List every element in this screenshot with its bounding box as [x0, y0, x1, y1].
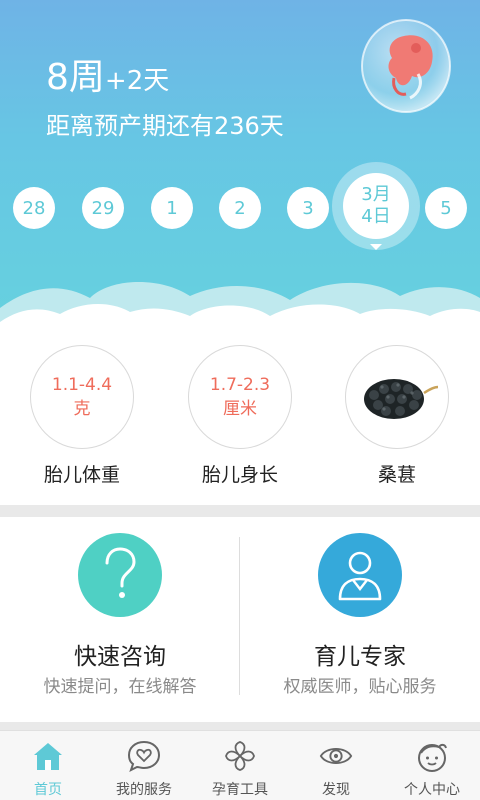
- heart-chat-icon: [127, 739, 161, 773]
- pregnancy-header: 8周+2天 距离预产期还有236天 28 29 1 2 3 3月 4日 5: [0, 0, 480, 345]
- fetal-length-unit: 厘米: [223, 399, 257, 419]
- week-number: 8周: [46, 57, 105, 98]
- flower-icon: [223, 739, 257, 773]
- tab-pregnancy-tools[interactable]: 孕育工具: [192, 731, 288, 800]
- fetal-length-circle[interactable]: 1.7-2.3 厘米: [188, 345, 292, 449]
- selected-date-month: 3月: [361, 184, 391, 205]
- tab-profile-label: 个人中心: [404, 782, 460, 798]
- date-item[interactable]: 2: [219, 187, 261, 229]
- quick-consult-subtitle: 快速提问，在线解答: [43, 677, 197, 697]
- quick-consult-title: 快速咨询: [74, 644, 166, 670]
- section-divider: [0, 505, 480, 517]
- date-item[interactable]: 5: [425, 187, 467, 229]
- fetal-metrics: 1.1-4.4 克 胎儿体重 1.7-2.3 厘米 胎儿身长 桑葚: [0, 340, 480, 505]
- tab-home[interactable]: 首页: [0, 731, 96, 800]
- selected-date[interactable]: 3月 4日: [343, 173, 409, 239]
- cloud-decoration: [0, 281, 480, 345]
- fetal-weight-circle[interactable]: 1.1-4.4 克: [30, 345, 134, 449]
- fetal-weight-label: 胎儿体重: [43, 464, 120, 486]
- fetal-length-range: 1.7-2.3: [209, 375, 271, 395]
- date-item[interactable]: 3: [287, 187, 329, 229]
- tabbar-gap: [0, 722, 480, 730]
- parenting-expert-subtitle: 权威医师，贴心服务: [283, 677, 437, 697]
- week-extra-days: +2天: [104, 66, 170, 96]
- pregnancy-week: 8周+2天: [46, 48, 169, 100]
- services-divider: [239, 537, 240, 695]
- selected-date-pointer: [370, 244, 382, 250]
- fetal-length-label: 胎儿身长: [201, 464, 278, 486]
- fruit-size-circle[interactable]: [345, 345, 449, 449]
- parenting-expert-title: 育儿专家: [314, 644, 406, 670]
- fetal-weight-range: 1.1-4.4: [51, 375, 113, 395]
- date-selector: 28 29 1 2 3 3月 4日 5: [0, 160, 480, 260]
- question-icon: [78, 533, 162, 617]
- tab-my-services-label: 我的服务: [116, 782, 172, 798]
- date-item[interactable]: 29: [82, 187, 124, 229]
- due-date-countdown: 距离预产期还有236天: [46, 112, 284, 140]
- date-item[interactable]: 28: [13, 187, 55, 229]
- tab-profile[interactable]: 个人中心: [384, 731, 480, 800]
- embryo-illustration[interactable]: [358, 14, 454, 114]
- services-section: 快速咨询 快速提问，在线解答 育儿专家 权威医师，贴心服务: [0, 517, 480, 722]
- tab-home-label: 首页: [34, 782, 62, 798]
- fetal-weight-unit: 克: [73, 399, 91, 419]
- bottom-tab-bar: 首页 我的服务 孕育工具 发现 个人中心: [0, 730, 480, 800]
- date-item[interactable]: 1: [151, 187, 193, 229]
- tab-pregnancy-tools-label: 孕育工具: [212, 782, 268, 798]
- eye-icon: [319, 739, 353, 773]
- selected-date-day: 4日: [361, 206, 391, 227]
- fruit-size-label: 桑葚: [377, 464, 416, 486]
- mulberry-image: [364, 379, 439, 419]
- home-icon: [31, 739, 65, 773]
- tab-discover-label: 发现: [322, 782, 350, 798]
- doctor-icon: [318, 533, 402, 617]
- tab-my-services[interactable]: 我的服务: [96, 731, 192, 800]
- user-face-icon: [415, 739, 449, 773]
- tab-discover[interactable]: 发现: [288, 731, 384, 800]
